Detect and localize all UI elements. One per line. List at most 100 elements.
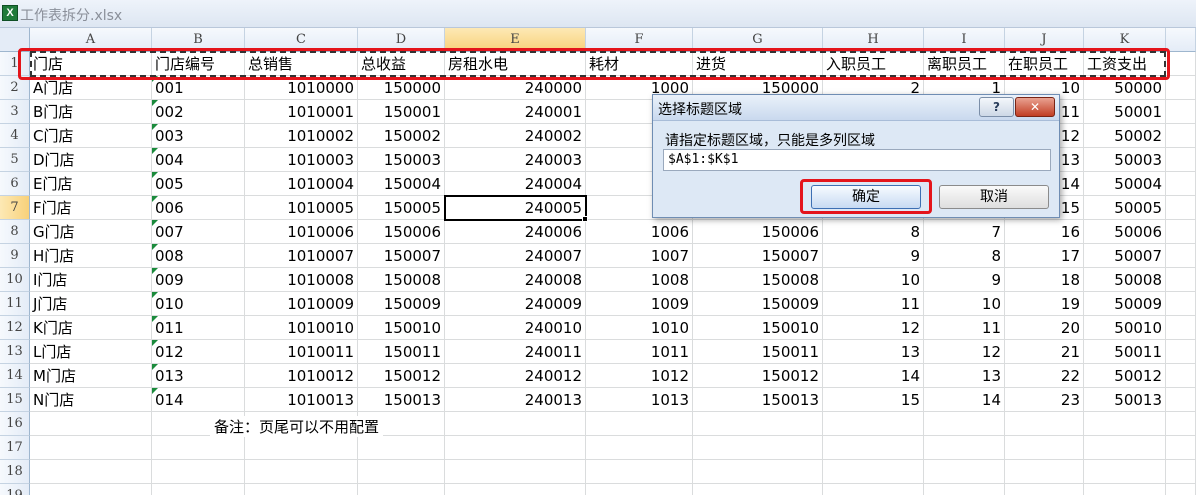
cell-a3[interactable]: B门店 [30, 100, 152, 124]
fill-handle[interactable] [582, 216, 588, 222]
row-header-19[interactable]: 19 [0, 484, 30, 495]
cell-filler[interactable] [1166, 460, 1196, 484]
cell-e2[interactable]: 240000 [445, 76, 586, 100]
cell-filler[interactable] [1166, 244, 1196, 268]
cell-filler[interactable] [1166, 364, 1196, 388]
cell-b14[interactable]: 013 [152, 364, 245, 388]
cell-b15[interactable]: 014 [152, 388, 245, 412]
cell-j19[interactable] [1005, 484, 1084, 495]
cell-j17[interactable] [1005, 436, 1084, 460]
cell-i10[interactable]: 9 [924, 268, 1005, 292]
cell-h13[interactable]: 13 [823, 340, 924, 364]
cell-filler[interactable] [1166, 412, 1196, 436]
row-header-12[interactable]: 12 [0, 316, 30, 340]
cell-b11[interactable]: 010 [152, 292, 245, 316]
cell-j12[interactable]: 20 [1005, 316, 1084, 340]
cell-c18[interactable] [245, 460, 358, 484]
cell-g1[interactable]: 进货 [693, 52, 823, 76]
cell-f9[interactable]: 1007 [586, 244, 693, 268]
cell-d11[interactable]: 150009 [358, 292, 445, 316]
column-header-f[interactable]: F [586, 28, 693, 52]
cell-j14[interactable]: 22 [1005, 364, 1084, 388]
cell-c9[interactable]: 1010007 [245, 244, 358, 268]
cell-c2[interactable]: 1010000 [245, 76, 358, 100]
cell-h12[interactable]: 12 [823, 316, 924, 340]
column-header-c[interactable]: C [245, 28, 358, 52]
cell-filler[interactable] [1166, 436, 1196, 460]
cell-d2[interactable]: 150000 [358, 76, 445, 100]
cell-c8[interactable]: 1010006 [245, 220, 358, 244]
cell-k4[interactable]: 50002 [1084, 124, 1166, 148]
cell-i9[interactable]: 8 [924, 244, 1005, 268]
cell-j16[interactable] [1005, 412, 1084, 436]
cell-h1[interactable]: 入职员工 [823, 52, 924, 76]
cell-a13[interactable]: L门店 [30, 340, 152, 364]
row-header-3[interactable]: 3 [0, 100, 30, 124]
cell-a5[interactable]: D门店 [30, 148, 152, 172]
row-header-18[interactable]: 18 [0, 460, 30, 484]
cell-g9[interactable]: 150007 [693, 244, 823, 268]
cell-j10[interactable]: 18 [1005, 268, 1084, 292]
row-header-9[interactable]: 9 [0, 244, 30, 268]
cell-d8[interactable]: 150006 [358, 220, 445, 244]
cell-a12[interactable]: K门店 [30, 316, 152, 340]
cell-k17[interactable] [1084, 436, 1166, 460]
cell-d7[interactable]: 150005 [358, 196, 445, 220]
cell-i13[interactable]: 12 [924, 340, 1005, 364]
cell-filler[interactable] [1166, 292, 1196, 316]
cell-c4[interactable]: 1010002 [245, 124, 358, 148]
cell-e3[interactable]: 240001 [445, 100, 586, 124]
cell-filler[interactable] [1166, 484, 1196, 495]
cell-i18[interactable] [924, 460, 1005, 484]
cell-filler[interactable] [1166, 388, 1196, 412]
cell-i15[interactable]: 14 [924, 388, 1005, 412]
cell-a17[interactable] [30, 436, 152, 460]
cell-b8[interactable]: 007 [152, 220, 245, 244]
cell-g8[interactable]: 150006 [693, 220, 823, 244]
cell-i19[interactable] [924, 484, 1005, 495]
column-header-g[interactable]: G [693, 28, 823, 52]
row-header-7[interactable]: 7 [0, 196, 30, 220]
cell-i1[interactable]: 离职员工 [924, 52, 1005, 76]
cell-h17[interactable] [823, 436, 924, 460]
select-all-corner[interactable] [0, 28, 30, 52]
cell-a15[interactable]: N门店 [30, 388, 152, 412]
cell-g11[interactable]: 150009 [693, 292, 823, 316]
cell-h18[interactable] [823, 460, 924, 484]
cell-d13[interactable]: 150011 [358, 340, 445, 364]
cell-g18[interactable] [693, 460, 823, 484]
cancel-button[interactable]: 取消 [939, 185, 1049, 209]
column-header-a[interactable]: A [30, 28, 152, 52]
cell-b19[interactable] [152, 484, 245, 495]
cell-b5[interactable]: 004 [152, 148, 245, 172]
column-header-j[interactable]: J [1005, 28, 1084, 52]
cell-f16[interactable] [586, 412, 693, 436]
cell-k12[interactable]: 50010 [1084, 316, 1166, 340]
cell-filler[interactable] [1166, 172, 1196, 196]
cell-f8[interactable]: 1006 [586, 220, 693, 244]
row-header-10[interactable]: 10 [0, 268, 30, 292]
cell-a9[interactable]: H门店 [30, 244, 152, 268]
ok-button[interactable]: 确定 [811, 185, 921, 209]
cell-d4[interactable]: 150002 [358, 124, 445, 148]
row-header-11[interactable]: 11 [0, 292, 30, 316]
cell-e18[interactable] [445, 460, 586, 484]
cell-b3[interactable]: 002 [152, 100, 245, 124]
cell-k8[interactable]: 50006 [1084, 220, 1166, 244]
cell-c19[interactable] [245, 484, 358, 495]
cell-j13[interactable]: 21 [1005, 340, 1084, 364]
cell-c12[interactable]: 1010010 [245, 316, 358, 340]
cell-d17[interactable] [358, 436, 445, 460]
column-header-h[interactable]: H [823, 28, 924, 52]
cell-c3[interactable]: 1010001 [245, 100, 358, 124]
cell-k10[interactable]: 50008 [1084, 268, 1166, 292]
cell-d9[interactable]: 150007 [358, 244, 445, 268]
column-header-b[interactable]: B [152, 28, 245, 52]
cell-f11[interactable]: 1009 [586, 292, 693, 316]
cell-i12[interactable]: 11 [924, 316, 1005, 340]
cell-i17[interactable] [924, 436, 1005, 460]
cell-k11[interactable]: 50009 [1084, 292, 1166, 316]
cell-filler[interactable] [1166, 148, 1196, 172]
cell-h16[interactable] [823, 412, 924, 436]
cell-h19[interactable] [823, 484, 924, 495]
